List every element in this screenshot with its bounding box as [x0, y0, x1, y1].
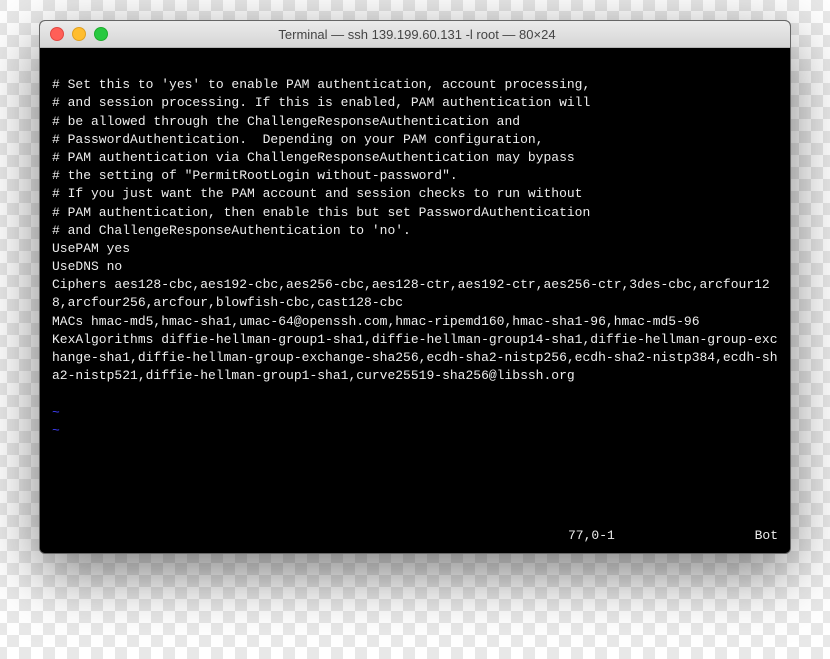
terminal-line: # and session processing. If this is ena… — [52, 94, 778, 112]
terminal-line: # be allowed through the ChallengeRespon… — [52, 113, 778, 131]
terminal-line: KexAlgorithms diffie-hellman-group1-sha1… — [52, 331, 778, 386]
vim-empty-line-tilde: ~ — [52, 422, 778, 440]
terminal-line: # PasswordAuthentication. Depending on y… — [52, 131, 778, 149]
terminal-line: Ciphers aes128-cbc,aes192-cbc,aes256-cbc… — [52, 276, 778, 312]
terminal-line: # If you just want the PAM account and s… — [52, 185, 778, 203]
terminal-line: MACs hmac-md5,hmac-sha1,umac-64@openssh.… — [52, 313, 778, 331]
terminal-line: # Set this to 'yes' to enable PAM authen… — [52, 76, 778, 94]
vim-scroll-indicator: Bot — [728, 528, 778, 543]
terminal-line — [52, 58, 778, 76]
terminal-body[interactable]: # Set this to 'yes' to enable PAM authen… — [40, 48, 790, 528]
terminal-line: UsePAM yes — [52, 240, 778, 258]
terminal-line: UseDNS no — [52, 258, 778, 276]
terminal-line — [52, 385, 778, 403]
terminal-line: # the setting of "PermitRootLogin withou… — [52, 167, 778, 185]
terminal-line: # PAM authentication, then enable this b… — [52, 204, 778, 222]
terminal-window: Terminal — ssh 139.199.60.131 -l root — … — [39, 20, 791, 554]
terminal-line: # and ChallengeResponseAuthentication to… — [52, 222, 778, 240]
vim-cursor-position: 77,0-1 — [568, 528, 728, 543]
window-title: Terminal — ssh 139.199.60.131 -l root — … — [54, 27, 780, 42]
terminal-line: # PAM authentication via ChallengeRespon… — [52, 149, 778, 167]
vim-empty-line-tilde: ~ — [52, 404, 778, 422]
vim-status-line: 77,0-1 Bot — [40, 528, 790, 553]
titlebar[interactable]: Terminal — ssh 139.199.60.131 -l root — … — [40, 21, 790, 48]
